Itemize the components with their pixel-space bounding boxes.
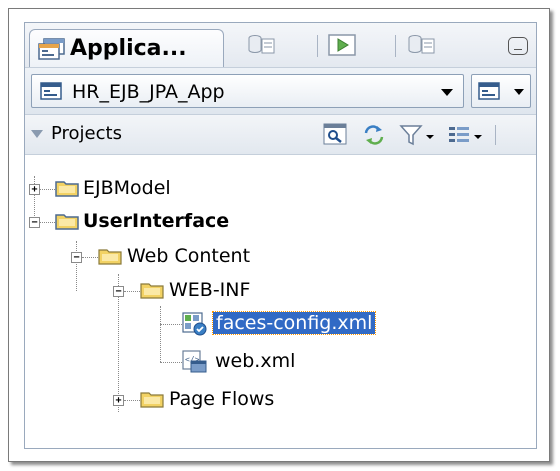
tab-applications[interactable]: Applica... <box>29 29 224 67</box>
folder-icon <box>140 392 164 408</box>
tree-item-label: web.xml <box>215 350 296 372</box>
search-icon[interactable] <box>323 123 349 147</box>
run-icon[interactable] <box>327 33 357 57</box>
collapse-triangle-icon[interactable] <box>31 130 43 138</box>
application-select-value: HR_EJB_JPA_App <box>72 81 225 103</box>
collapse-toggle-icon[interactable]: − <box>113 286 124 297</box>
application-select[interactable]: HR_EJB_JPA_App <box>31 74 464 108</box>
minimize-button[interactable] <box>508 37 528 55</box>
layout-icon[interactable] <box>447 123 487 147</box>
application-selector-row: HR_EJB_JPA_App <box>25 67 536 115</box>
tree-item-label: Web Content <box>127 245 251 267</box>
collapse-toggle-icon[interactable]: − <box>29 217 40 228</box>
toolbar-separator <box>495 125 496 145</box>
faces-config-file-icon <box>182 312 207 336</box>
database-icon[interactable] <box>247 33 277 57</box>
tab-strip: Applica... <box>25 23 536 67</box>
application-menu-button[interactable] <box>471 74 531 108</box>
tree-item-faces-config[interactable]: faces-config.xml <box>25 308 445 340</box>
applications-icon <box>38 38 65 60</box>
window-frame: Applica... HR_EJB_JPA_App Projects + EJB… <box>8 8 550 462</box>
tree-item-label: faces-config.xml <box>211 311 377 335</box>
tree-item-userinterface[interactable]: − UserInterface <box>25 206 345 238</box>
folder-icon <box>98 249 122 265</box>
tree-item-label: UserInterface <box>83 210 230 232</box>
tree-item-label: EJBModel <box>83 177 171 199</box>
tree-item-label: WEB-INF <box>169 279 251 301</box>
expand-toggle-icon[interactable]: + <box>113 395 124 406</box>
tree-item-page-flows[interactable]: + Page Flows <box>25 384 385 416</box>
tree-item-web-content[interactable]: − Web Content <box>25 241 365 273</box>
chevron-down-icon <box>514 89 524 95</box>
expand-toggle-icon[interactable]: + <box>29 184 40 195</box>
application-menu-icon <box>478 82 500 100</box>
application-navigator: Applica... HR_EJB_JPA_App Projects + EJB… <box>24 22 537 449</box>
refresh-icon[interactable] <box>361 123 387 147</box>
folder-icon <box>55 181 79 197</box>
filter-icon[interactable] <box>399 123 437 147</box>
collapse-toggle-icon[interactable]: − <box>71 252 82 263</box>
application-icon <box>40 82 62 100</box>
project-tree: + EJBModel − UserInterface − Web Content… <box>25 156 536 448</box>
xml-file-icon: </> <box>182 350 207 373</box>
database-icon[interactable] <box>407 33 437 57</box>
tab-separator <box>317 35 318 57</box>
folder-icon <box>140 283 164 299</box>
chevron-down-icon <box>441 89 453 96</box>
tab-separator <box>395 35 396 57</box>
tree-item-label: Page Flows <box>169 388 275 410</box>
projects-header[interactable]: Projects <box>25 115 536 155</box>
tree-item-ejbmodel[interactable]: + EJBModel <box>25 173 325 205</box>
tree-item-web-inf[interactable]: − WEB-INF <box>25 275 365 307</box>
tree-item-web-xml[interactable]: </> web.xml <box>25 346 385 378</box>
tab-applications-label: Applica... <box>70 36 187 61</box>
folder-icon <box>55 214 79 230</box>
projects-label: Projects <box>51 123 122 144</box>
